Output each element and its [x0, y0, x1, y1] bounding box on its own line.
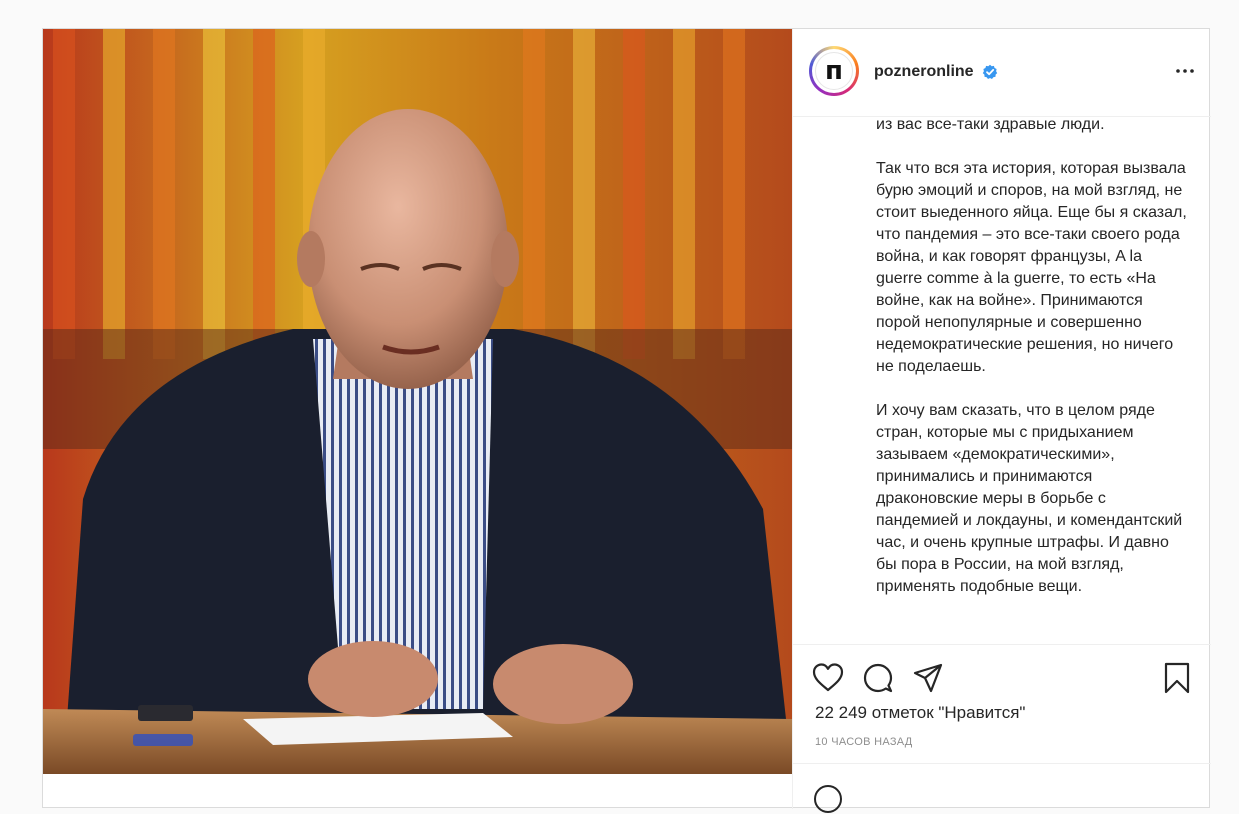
caption-paragraph: Так что вся эта история, которая вызвала…	[876, 160, 1187, 375]
post-header: п pozneronline	[793, 29, 1211, 117]
post-card: п pozneronline из вас все-таки здравые л…	[42, 28, 1211, 813]
more-options-icon[interactable]	[1173, 59, 1197, 83]
avatar-frame: п	[812, 49, 856, 93]
comment-icon[interactable]	[861, 661, 895, 695]
caption-paragraph: из вас все-таки здравые люди.	[876, 117, 1105, 133]
post-timestamp[interactable]: 10 ЧАСОВ НАЗАД	[815, 736, 913, 748]
heart-icon[interactable]	[811, 661, 845, 695]
bookmark-icon[interactable]	[1160, 661, 1194, 695]
post-photo-man-at-desk	[43, 29, 792, 774]
post-caption: из вас все-таки здравые люди. Так что вс…	[876, 117, 1188, 620]
post-actions	[793, 645, 1211, 701]
post-sidebar: п pozneronline из вас все-таки здравые л…	[792, 29, 1211, 813]
avatar[interactable]: п	[809, 46, 859, 96]
emoji-icon[interactable]	[813, 784, 843, 814]
avatar-logo: п	[815, 52, 853, 90]
username-link[interactable]: pozneronline	[874, 63, 974, 81]
caption-scroll-area[interactable]: из вас все-таки здравые люди. Так что вс…	[793, 117, 1211, 645]
post-image[interactable]	[43, 29, 792, 774]
likes-count[interactable]: 22 249 отметок "Нравится"	[815, 703, 1025, 723]
verified-badge-icon	[982, 64, 998, 79]
comment-bar	[793, 763, 1211, 813]
share-icon[interactable]	[911, 661, 945, 695]
caption-paragraph: И хочу вам сказать, что в целом ряде стр…	[876, 402, 1183, 595]
